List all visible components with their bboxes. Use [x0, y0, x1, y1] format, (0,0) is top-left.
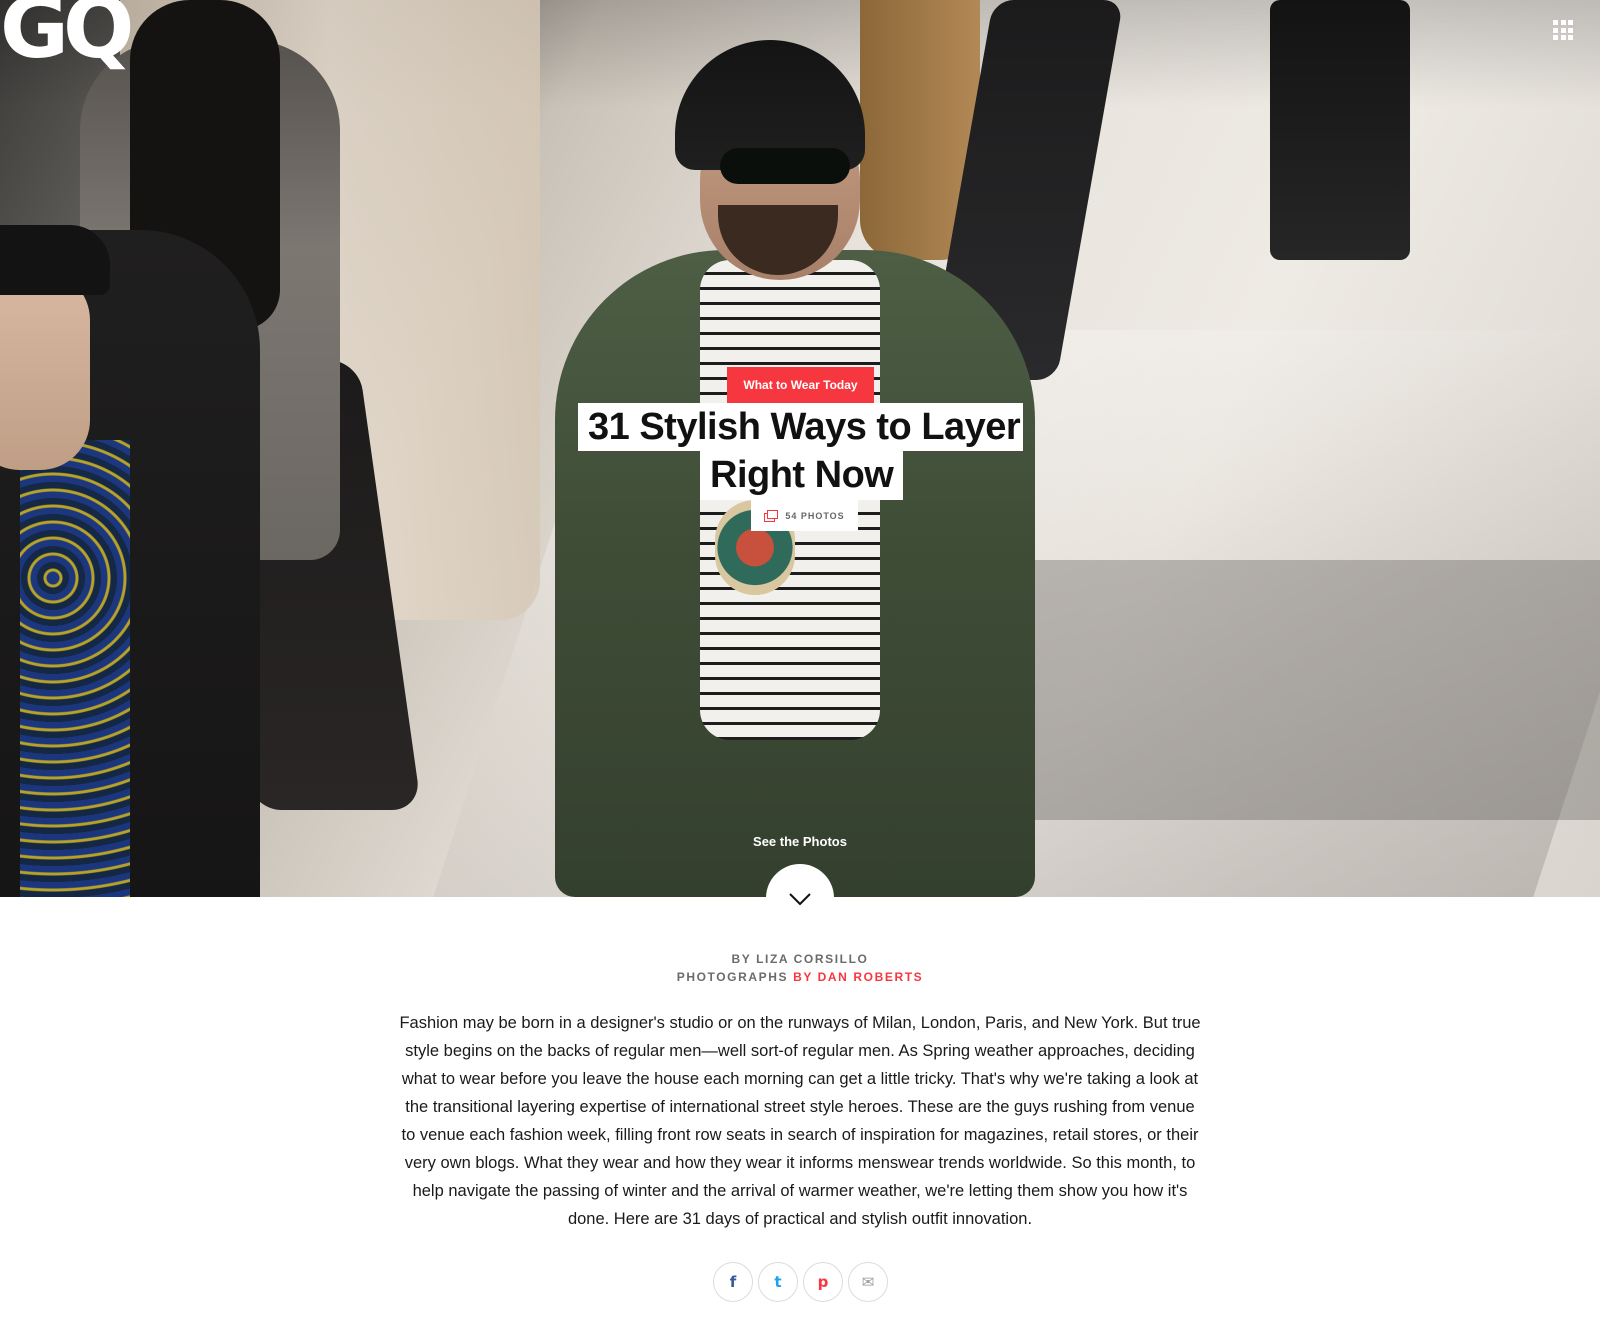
grid-dot: [1560, 20, 1566, 25]
gallery-icon: [764, 510, 779, 522]
left-subject-floral-shirt: [20, 440, 130, 897]
share-bar: f t p ✉: [713, 1262, 888, 1302]
author-credit[interactable]: BY LIZA CORSILLO: [500, 950, 1100, 968]
rubric-link[interactable]: What to Wear Today: [727, 367, 874, 403]
photo-credit: PHOTOGRAPHS BY DAN ROBERTS: [500, 968, 1100, 986]
photo-count-label: 54 PHOTOS: [785, 510, 845, 521]
grid-dot: [1553, 27, 1558, 33]
grid-dot: [1560, 27, 1566, 33]
article-dek: Fashion may be born in a designer's stud…: [399, 1014, 1201, 1228]
email-share-button[interactable]: ✉: [848, 1262, 888, 1302]
scroll-down-button[interactable]: [766, 864, 834, 932]
main-subject-sunglasses: [720, 148, 850, 184]
photographer-link[interactable]: BY DAN ROBERTS: [793, 970, 923, 984]
grid-dot: [1568, 27, 1573, 33]
grid-dot: [1553, 20, 1558, 25]
photographs-label: PHOTOGRAPHS: [676, 970, 789, 984]
gq-logo[interactable]: GQ: [0, 0, 134, 70]
photo-count-badge: 54 PHOTOS: [751, 500, 858, 531]
grid-dot: [1553, 35, 1558, 40]
see-photos-label[interactable]: See the Photos: [700, 834, 900, 849]
left-subject-hat: [0, 225, 110, 295]
facebook-share-button[interactable]: f: [713, 1262, 753, 1302]
left-subject-face: [0, 270, 90, 470]
grid-menu-icon[interactable]: [1553, 20, 1573, 40]
twitter-icon: t: [774, 1273, 782, 1291]
pinterest-share-button[interactable]: p: [803, 1262, 843, 1302]
headline-line-1: 31 Stylish Ways to Layer: [578, 403, 1023, 451]
byline: BY LIZA CORSILLO PHOTOGRAPHS BY DAN ROBE…: [500, 950, 1100, 986]
grid-dot: [1568, 35, 1573, 40]
headline-line-2: Right Now: [700, 451, 903, 500]
grid-dot: [1560, 35, 1566, 40]
pinterest-icon: p: [817, 1273, 829, 1291]
grid-dot: [1568, 20, 1573, 25]
twitter-share-button[interactable]: t: [758, 1262, 798, 1302]
facebook-icon: f: [729, 1273, 737, 1291]
chevron-down-icon: [789, 893, 811, 906]
far-walker-legs: [1270, 0, 1410, 260]
email-icon: ✉: [861, 1273, 875, 1291]
